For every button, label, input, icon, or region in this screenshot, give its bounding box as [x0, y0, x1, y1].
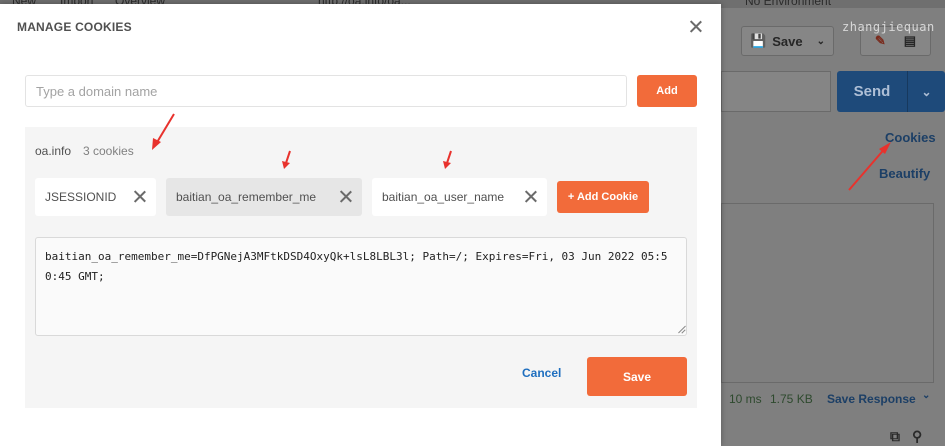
- cookie-chip-label: baitian_oa_remember_me: [176, 190, 317, 204]
- save-button[interactable]: Save: [587, 357, 687, 396]
- remove-cookie-icon[interactable]: [133, 190, 146, 203]
- domain-name: oa.info: [35, 144, 72, 158]
- background-url-bar: [721, 71, 831, 112]
- background-save-button: 💾 Save ⌄: [741, 26, 834, 56]
- background-save-response: Save Response: [827, 392, 916, 406]
- annotation-arrow-cookie-count: [152, 113, 175, 150]
- background-response-size: 1.75 KB: [770, 392, 813, 406]
- background-response-time: 10 ms: [729, 392, 762, 406]
- background-comment-icon: ▤: [903, 33, 917, 48]
- close-icon[interactable]: [688, 19, 704, 35]
- resize-grip-icon[interactable]: [677, 325, 686, 334]
- remove-cookie-icon[interactable]: [339, 190, 352, 203]
- cookie-count: 3 cookies: [83, 144, 134, 158]
- manage-cookies-modal: MANAGE COOKIES Add oa.info 3 cookies JSE…: [0, 4, 721, 446]
- cookie-chip-remember-me[interactable]: baitian_oa_remember_me: [166, 178, 362, 216]
- background-save-response-chevron-icon: ⌄: [922, 390, 931, 401]
- background-body-editor: [721, 203, 934, 383]
- background-save-icon: 💾: [750, 33, 767, 48]
- annotation-arrow-cookies: [848, 142, 891, 191]
- cookie-value-editor[interactable]: baitian_oa_remember_me=DfPGNejA3MFtkDSD4…: [35, 237, 687, 336]
- domain-panel: oa.info 3 cookies JSESSIONID baitian_oa_…: [25, 127, 697, 408]
- background-copy-icon: ⧉: [890, 428, 900, 444]
- modal-title: MANAGE COOKIES: [17, 20, 132, 34]
- domain-input[interactable]: [25, 75, 627, 107]
- background-send-button: Send ⌄: [837, 71, 945, 112]
- cookie-chip-label: baitian_oa_user_name: [382, 190, 505, 204]
- cookie-chip-user-name[interactable]: baitian_oa_user_name: [372, 178, 547, 216]
- cookie-chip-label: JSESSIONID: [45, 190, 117, 204]
- background-environment: No Environment: [745, 0, 832, 8]
- background-save-label: Save: [772, 33, 803, 49]
- background-send-label: Send: [853, 83, 891, 100]
- cancel-button[interactable]: Cancel: [522, 366, 561, 380]
- annotation-arrow-remember-me: [282, 150, 291, 169]
- add-cookie-button[interactable]: + Add Cookie: [557, 181, 649, 213]
- background-save-chevron-icon: ⌄: [816, 35, 825, 47]
- remove-cookie-icon[interactable]: [524, 190, 537, 203]
- annotation-arrow-user-name: [443, 150, 452, 169]
- background-search-icon: ⚲: [912, 428, 923, 444]
- watermark: zhangjiequan: [842, 20, 935, 34]
- background-edit-icon: ✎: [874, 33, 886, 48]
- add-domain-button[interactable]: Add: [637, 75, 697, 107]
- cookie-chip-jsessionid[interactable]: JSESSIONID: [35, 178, 156, 216]
- background-send-chevron-icon: ⌄: [921, 84, 932, 99]
